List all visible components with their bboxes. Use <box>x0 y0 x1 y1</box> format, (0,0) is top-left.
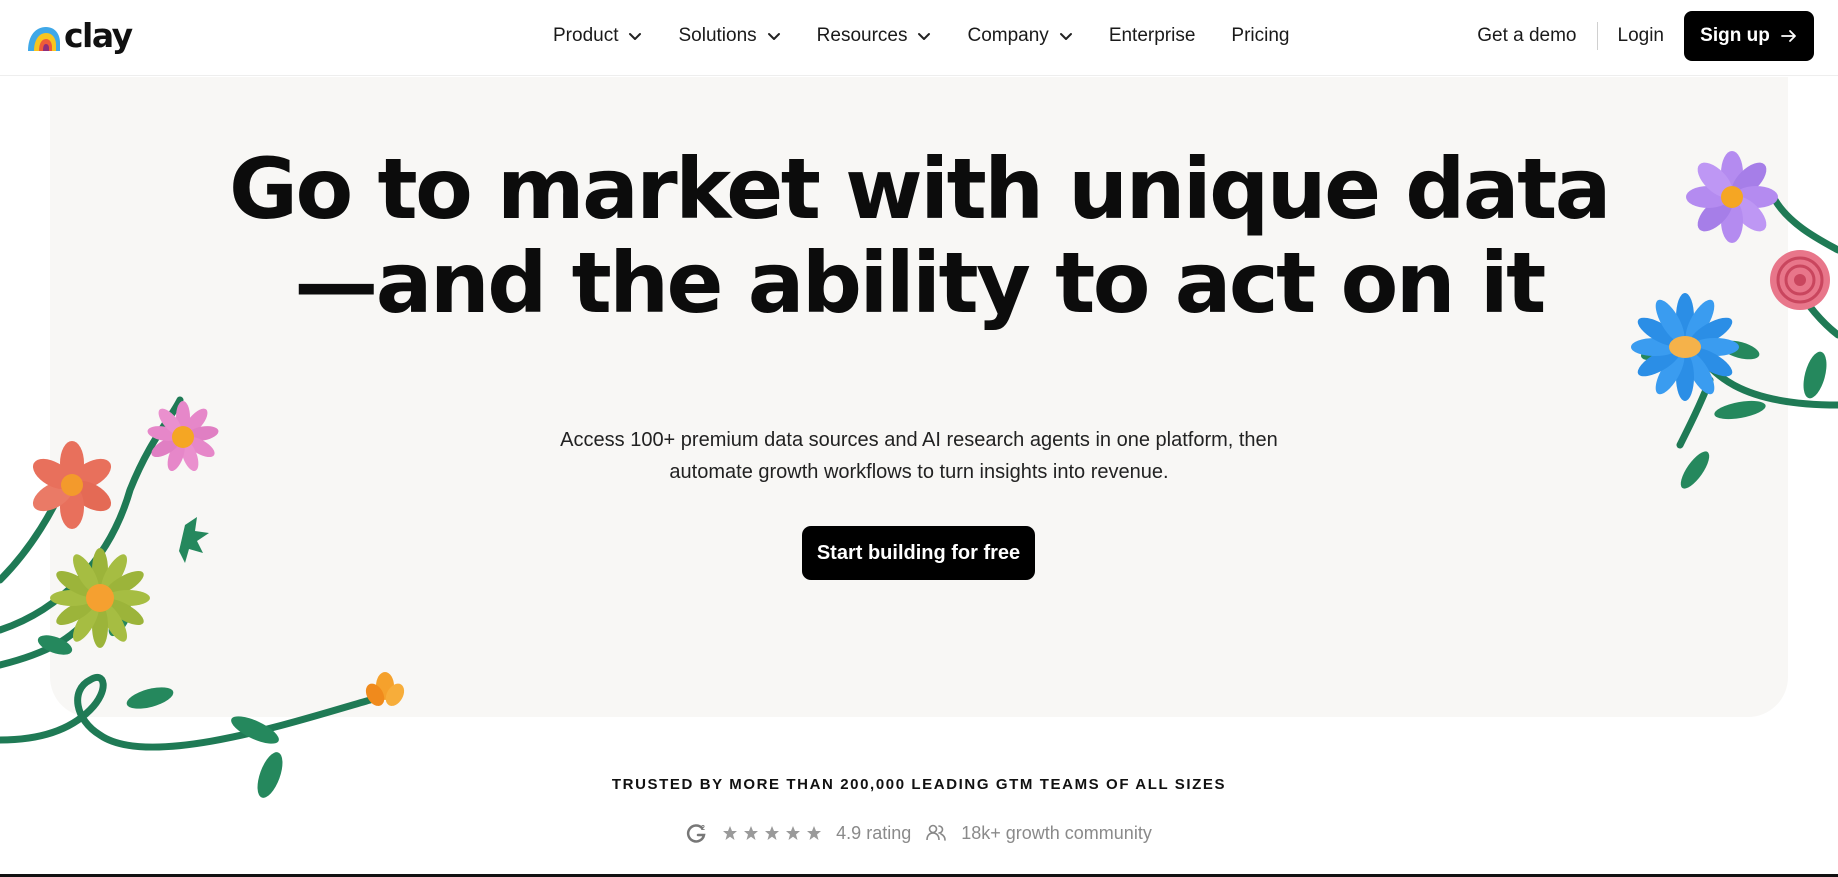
clay-logo-icon <box>28 27 60 51</box>
people-icon <box>926 824 947 841</box>
hero-headline: Go to market with unique data —and the a… <box>0 142 1838 330</box>
nav-divider <box>1596 22 1598 50</box>
account-actions: Get a demo Login Sign up <box>1477 11 1814 61</box>
rating-label: 4.9 rating <box>836 822 912 843</box>
nav-enterprise-label: Enterprise <box>1108 25 1196 46</box>
star-icon <box>723 826 738 840</box>
social-proof-row: 2 4.9 rating 18k+ growth community <box>0 818 1838 848</box>
chevron-down-icon <box>629 33 642 40</box>
hero-subtext: Access 100+ premium data sources and AI … <box>0 424 1838 488</box>
chevron-down-icon <box>767 33 780 40</box>
start-building-button[interactable]: Start building for free <box>802 526 1035 580</box>
chevron-down-icon <box>1059 33 1072 40</box>
clay-logo[interactable]: clay <box>26 15 133 58</box>
star-icon <box>744 826 759 840</box>
g2-icon[interactable]: 2 <box>686 822 708 844</box>
nav-enterprise[interactable]: Enterprise <box>1109 25 1196 47</box>
subtext-line-2: automate growth workflows to turn insigh… <box>669 461 1169 483</box>
signup-button[interactable]: Sign up <box>1684 11 1814 61</box>
subtext-line-1: Access 100+ premium data sources and AI … <box>560 429 1278 451</box>
arrow-right-icon <box>1780 30 1796 42</box>
nav-product-label: Product <box>553 25 619 46</box>
nav-pricing-label: Pricing <box>1231 25 1290 46</box>
nav-solutions-label: Solutions <box>678 25 757 46</box>
top-navigation: clay Product Solutions Resources Company… <box>0 0 1838 76</box>
star-icon <box>765 826 780 840</box>
nav-resources-label: Resources <box>816 25 908 46</box>
rating-stars <box>722 825 822 841</box>
chevron-down-icon <box>918 33 931 40</box>
nav-company[interactable]: Company <box>967 25 1072 47</box>
brand-name: clay <box>64 15 133 55</box>
nav-product[interactable]: Product <box>553 25 642 47</box>
star-icon <box>807 826 822 840</box>
main-menu: Product Solutions Resources Company Ente… <box>553 22 1290 50</box>
login-link[interactable]: Login <box>1618 25 1665 47</box>
headline-line-1: Go to market with unique data <box>229 140 1611 238</box>
svg-text:2: 2 <box>701 825 705 832</box>
get-demo-link[interactable]: Get a demo <box>1477 25 1576 47</box>
nav-pricing[interactable]: Pricing <box>1231 25 1289 47</box>
community-label: 18k+ growth community <box>961 822 1152 843</box>
trusted-by-heading: TRUSTED BY MORE THAN 200,000 LEADING GTM… <box>611 776 1227 793</box>
signup-label: Sign up <box>1700 25 1770 46</box>
nav-company-label: Company <box>967 25 1049 46</box>
nav-solutions[interactable]: Solutions <box>678 25 780 47</box>
nav-resources[interactable]: Resources <box>817 25 932 47</box>
star-icon <box>786 826 801 840</box>
headline-line-2: —and the ability to act on it <box>294 234 1546 332</box>
